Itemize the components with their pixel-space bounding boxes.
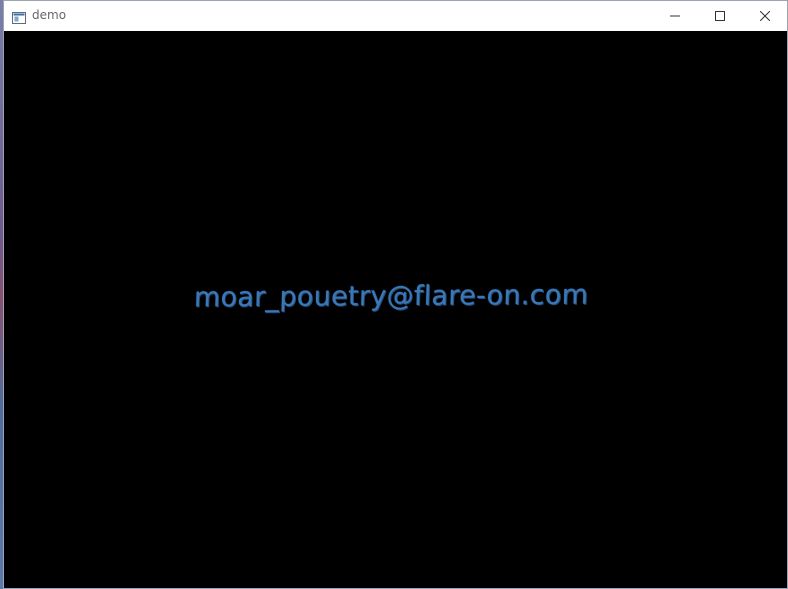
demo-window: demo moar_pouetry@flare-on.com xyxy=(3,0,788,589)
minimize-icon xyxy=(669,6,680,25)
window-app-icon xyxy=(12,9,26,24)
close-icon xyxy=(759,6,770,25)
rendered-flag-text: moar_pouetry@flare-on.com xyxy=(193,279,589,314)
maximize-icon xyxy=(714,6,725,25)
title-bar[interactable]: demo xyxy=(4,1,787,31)
minimize-button[interactable] xyxy=(652,1,697,30)
render-canvas: moar_pouetry@flare-on.com xyxy=(4,31,787,588)
close-button[interactable] xyxy=(742,1,787,30)
window-title: demo xyxy=(32,8,67,22)
maximize-button[interactable] xyxy=(697,1,742,30)
